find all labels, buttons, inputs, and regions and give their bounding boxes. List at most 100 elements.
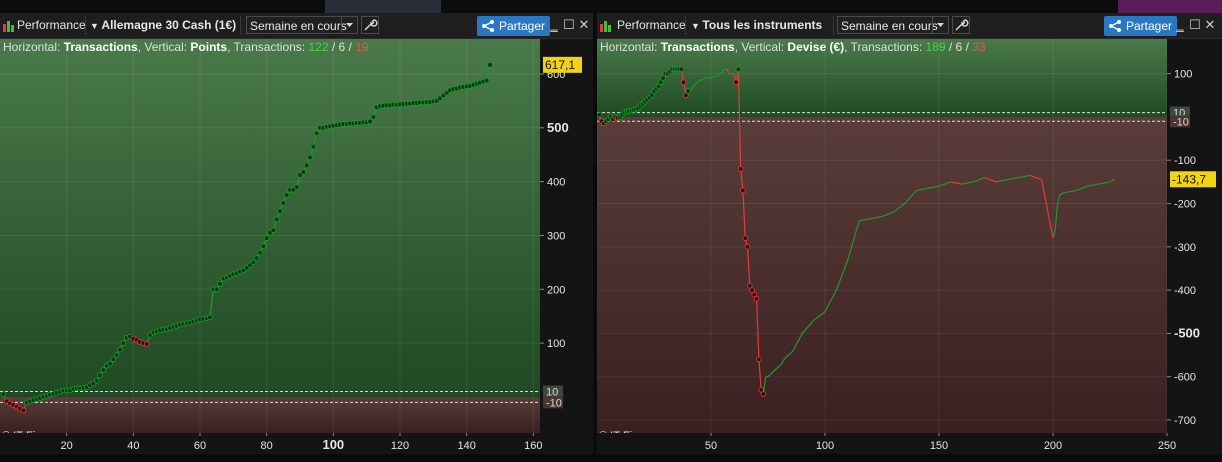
transaction-point — [756, 356, 762, 363]
share-button[interactable]: Partager — [1104, 16, 1178, 36]
transaction-point — [737, 166, 744, 172]
period-value: Semaine en cours — [841, 19, 938, 33]
transaction-point — [283, 192, 290, 198]
transaction-point — [270, 227, 277, 233]
transaction-point — [207, 314, 213, 321]
share-button[interactable]: Partager — [477, 16, 551, 36]
panel-mode-label: Performance — [617, 18, 686, 32]
transaction-point — [217, 281, 223, 287]
transaction-point — [263, 235, 270, 241]
tx-total: 189 — [925, 40, 946, 54]
y-tick-label: 100 — [1174, 69, 1192, 81]
performance-icon — [3, 21, 14, 32]
x-tick-label: 50 — [705, 440, 717, 452]
performance-panel-all: Performance ▼ Tous les instruments Semai… — [597, 13, 1222, 454]
y-tick-label: 200 — [547, 284, 565, 296]
x-tick-label: 250 — [1158, 440, 1176, 452]
transaction-point — [110, 356, 117, 363]
x-tick-label: 140 — [457, 440, 475, 452]
y-tick-label: 300 — [547, 230, 565, 242]
minimize-icon[interactable]: ‗ — [1174, 18, 1186, 32]
transaction-point — [143, 341, 150, 347]
y-tick-label: -500 — [1174, 325, 1200, 340]
x-tick-label: 100 — [322, 437, 344, 452]
transaction-point — [310, 143, 317, 150]
header-tx-label: , Transactions: — [227, 40, 309, 54]
transaction-point — [303, 162, 310, 169]
x-tick-label: 200 — [1044, 440, 1062, 452]
chart-header: Horizontal: Transactions, Vertical: Poin… — [3, 40, 369, 54]
equity-chart-area: Horizontal: Transactions, Vertical: Devi… — [597, 39, 1167, 446]
y-tick-label: -200 — [1174, 199, 1196, 211]
transaction-point — [113, 352, 120, 358]
transaction-point — [260, 243, 267, 250]
y-tick-label: -700 — [1174, 415, 1196, 427]
close-icon[interactable]: ✕ — [1204, 18, 1216, 32]
transaction-point — [257, 249, 263, 256]
transaction-point — [253, 255, 260, 261]
header-mid: , Vertical: — [734, 40, 788, 54]
transaction-point — [293, 184, 300, 190]
wrench-icon — [364, 19, 378, 31]
transaction-point — [370, 114, 377, 120]
period-select[interactable]: Semaine en cours — [246, 16, 358, 34]
transaction-point — [680, 79, 687, 86]
transaction-point — [107, 360, 113, 367]
equity-curve-segment — [708, 76, 712, 79]
background-window-fragment — [1118, 0, 1222, 13]
y-tick-label: 500 — [547, 120, 569, 135]
transaction-point — [483, 77, 490, 84]
transaction-point — [367, 118, 373, 125]
tx-losses: 33 — [972, 40, 986, 54]
period-select[interactable]: Semaine en cours — [837, 16, 949, 34]
threshold-label: -10 — [546, 397, 562, 409]
settings-wrench-button[interactable] — [361, 16, 379, 34]
transaction-point — [742, 235, 749, 241]
transaction-point — [0, 391, 7, 398]
bottom-background-strip — [0, 454, 1222, 462]
panel-titlebar: Performance ▼ Tous les instruments Semai… — [597, 13, 1222, 39]
chevron-down-icon — [341, 17, 357, 33]
y-tick-label: -300 — [1174, 242, 1196, 254]
separator — [240, 16, 241, 35]
x-tick-label: 160 — [524, 440, 542, 452]
tx-losses: 19 — [355, 40, 369, 54]
maximize-icon[interactable]: ☐ — [563, 18, 575, 32]
share-label: Partager — [499, 19, 546, 33]
equity-chart-area: Horizontal: Transactions, Vertical: Poin… — [0, 39, 540, 446]
x-tick-label: 40 — [127, 440, 139, 452]
transaction-point — [120, 340, 127, 346]
header-tx-label: , Transactions: — [844, 40, 926, 54]
transaction-point — [300, 169, 307, 175]
transaction-point — [250, 259, 257, 266]
minimize-icon[interactable]: ‗ — [548, 18, 560, 32]
instrument-name: Allemagne 30 Cash (1€) — [101, 18, 237, 32]
share-icon — [1109, 20, 1121, 32]
top-background-strip — [0, 0, 1222, 13]
header-vertical: Devise (€) — [787, 40, 845, 54]
period-value: Semaine en cours — [250, 19, 347, 33]
y-axis: 60050040030020010010-10617,1 — [540, 39, 593, 446]
equity-chart — [0, 39, 540, 433]
close-icon[interactable]: ✕ — [578, 18, 590, 32]
x-tick-label: 60 — [194, 440, 206, 452]
transaction-point — [744, 244, 751, 250]
chevron-down-icon — [932, 17, 948, 33]
maximize-icon[interactable]: ☐ — [1189, 18, 1201, 32]
header-vertical: Points — [190, 40, 228, 54]
transaction-point — [678, 66, 685, 73]
settings-wrench-button[interactable] — [952, 16, 970, 34]
x-tick-label: 100 — [816, 440, 834, 452]
transaction-point — [307, 154, 313, 161]
header-sep: / — [345, 40, 356, 54]
x-tick-label: 150 — [930, 440, 948, 452]
share-label: Partager — [1126, 19, 1173, 33]
last-value-tag: -143,7 — [1172, 172, 1206, 186]
y-axis: 100-100-200-300-400-500-600-70010-10-143… — [1167, 39, 1222, 446]
transaction-point — [20, 407, 27, 414]
instrument-selector[interactable]: ▼ Allemagne 30 Cash (1€) — [90, 17, 236, 34]
x-axis: 50 100 150 200 250 — [597, 433, 1222, 454]
instrument-selector[interactable]: ▼ Tous les instruments — [691, 17, 822, 34]
x-tick-label: 120 — [391, 440, 409, 452]
transaction-point — [733, 79, 739, 86]
